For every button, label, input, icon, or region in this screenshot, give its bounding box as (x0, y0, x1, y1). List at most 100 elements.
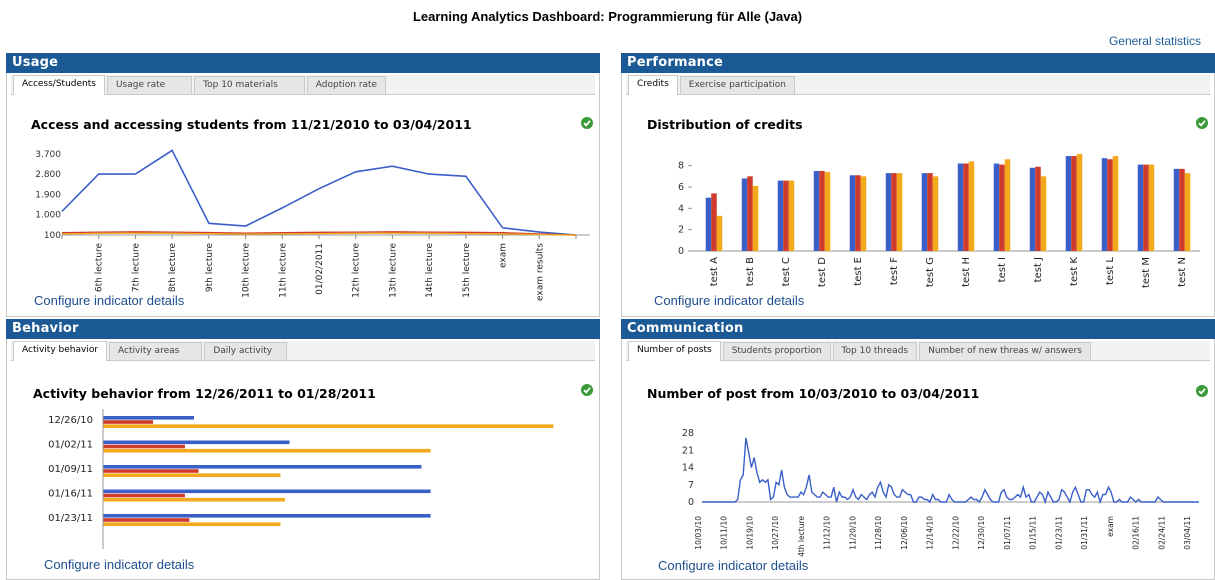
y-tick-label: 01/02/11 (48, 440, 93, 451)
x-tick-label: exam (1106, 516, 1115, 537)
x-tick-label: 6th lecture (95, 243, 105, 293)
bar (777, 180, 784, 251)
y-tick-label: 100 (44, 231, 61, 241)
bar (103, 424, 554, 428)
bar (1076, 153, 1083, 251)
bar (860, 176, 867, 251)
bar (968, 161, 975, 251)
x-tick-label: 11th lecture (278, 243, 288, 298)
x-tick-label: 8th lecture (168, 243, 178, 293)
bar (783, 180, 789, 251)
x-tick-label: test J (1033, 257, 1044, 282)
bar (1173, 168, 1180, 251)
bar (1040, 176, 1047, 251)
performance-bar-chart: 0 2 4 6 8 test A test B test C test D test E test … (678, 153, 1200, 288)
bar (705, 197, 712, 251)
x-tick-label: 4th lecture (797, 516, 806, 557)
x-tick-label: 13th lecture (388, 243, 398, 298)
bar (1148, 164, 1155, 251)
bar (103, 469, 199, 473)
general-statistics-link[interactable]: General statistics (1109, 34, 1201, 48)
bar (103, 440, 290, 445)
bar (1112, 156, 1119, 251)
bar (1143, 164, 1149, 251)
bar (819, 171, 825, 251)
x-tick-label: test N (1177, 257, 1188, 287)
x-tick-label: 10/27/10 (771, 516, 780, 550)
bar (716, 215, 723, 251)
x-tick-label: test F (889, 257, 900, 285)
x-tick-label: 01/15/11 (1029, 516, 1038, 550)
x-tick-label: test B (745, 257, 756, 286)
y-tick-label: 0 (678, 246, 684, 257)
y-tick-label: 3.700 (35, 150, 61, 160)
bar (927, 173, 933, 251)
x-tick-label: test G (925, 257, 936, 287)
y-tick-label: 6 (678, 182, 684, 193)
x-tick-label: test L (1105, 257, 1116, 285)
bar (1137, 164, 1144, 251)
x-tick-label: 11/28/10 (874, 516, 883, 550)
behavior-bar-chart: 12/26/10 01/02/11 01/09/11 01/16/11 01/23/11 (48, 409, 554, 549)
communication-line-chart: 0 7 14 21 28 10/03/10 10/11/10 10/19/10 10/27/10… (682, 428, 1199, 557)
y-tick-label: 2.800 (35, 170, 61, 180)
performance-panel-body: Credits Exercise participation Distribut… (621, 73, 1215, 317)
behavior-panel: Behavior Activity behavior Activity area… (6, 319, 600, 580)
x-tick-label: 10/03/10 (694, 516, 703, 550)
y-tick-label: 1.900 (35, 190, 61, 200)
behavior-configure-link[interactable]: Configure indicator details (44, 557, 194, 572)
usage-configure-link[interactable]: Configure indicator details (34, 293, 184, 308)
communication-configure-link[interactable]: Configure indicator details (658, 558, 808, 573)
bar (741, 178, 748, 251)
communication-panel-body: Number of posts Students proportion Top … (621, 339, 1215, 580)
bar (103, 518, 190, 522)
bar (752, 185, 759, 251)
y-tick-label: 0 (688, 497, 694, 508)
bar (921, 173, 928, 251)
x-tick-label: 10/19/10 (745, 516, 754, 550)
bar (103, 444, 185, 449)
bar (957, 163, 964, 251)
x-tick-label: 01/02/2011 (315, 243, 325, 295)
bar (1004, 159, 1011, 251)
x-tick-label: 12/30/10 (977, 516, 986, 550)
bar (1065, 156, 1072, 251)
x-tick-label: 12/14/10 (926, 516, 935, 550)
bar (103, 465, 422, 469)
bar (103, 522, 281, 526)
bar (1029, 167, 1036, 251)
x-tick-label: 12/22/10 (951, 516, 960, 550)
page-title: Learning Analytics Dashboard: Programmie… (412, 9, 803, 24)
bar (788, 180, 795, 251)
y-tick-label: 1.000 (35, 211, 61, 221)
y-tick-label: 8 (678, 161, 684, 172)
x-tick-label: test A (709, 257, 720, 286)
bar (891, 173, 897, 251)
x-tick-label: 12th lecture (352, 243, 362, 298)
bar (1107, 159, 1113, 251)
bar (747, 176, 753, 251)
x-tick-label: test K (1069, 257, 1080, 286)
bar (885, 173, 892, 251)
y-tick-label: 01/16/11 (48, 489, 93, 500)
bar (103, 493, 185, 498)
y-tick-label: 21 (682, 445, 694, 456)
performance-panel-title: Performance (621, 53, 1215, 73)
bar (1179, 168, 1185, 251)
x-tick-label: 14th lecture (425, 243, 435, 298)
y-tick-label: 12/26/10 (48, 415, 93, 426)
series-line (702, 437, 1199, 505)
bar (103, 514, 431, 518)
x-tick-label: 11/12/10 (823, 516, 832, 550)
y-tick-label: 7 (688, 480, 694, 491)
bar (711, 193, 717, 251)
performance-panel: Performance Credits Exercise participati… (621, 53, 1215, 317)
performance-configure-link[interactable]: Configure indicator details (654, 293, 804, 308)
x-tick-label: 01/31/11 (1080, 516, 1089, 550)
x-tick-label: 02/16/11 (1132, 516, 1141, 550)
y-tick-label: 4 (678, 203, 684, 214)
bar (993, 163, 1000, 251)
x-tick-label: 01/23/11 (1054, 516, 1063, 550)
usage-panel-title: Usage (6, 53, 600, 73)
bar (103, 416, 194, 420)
